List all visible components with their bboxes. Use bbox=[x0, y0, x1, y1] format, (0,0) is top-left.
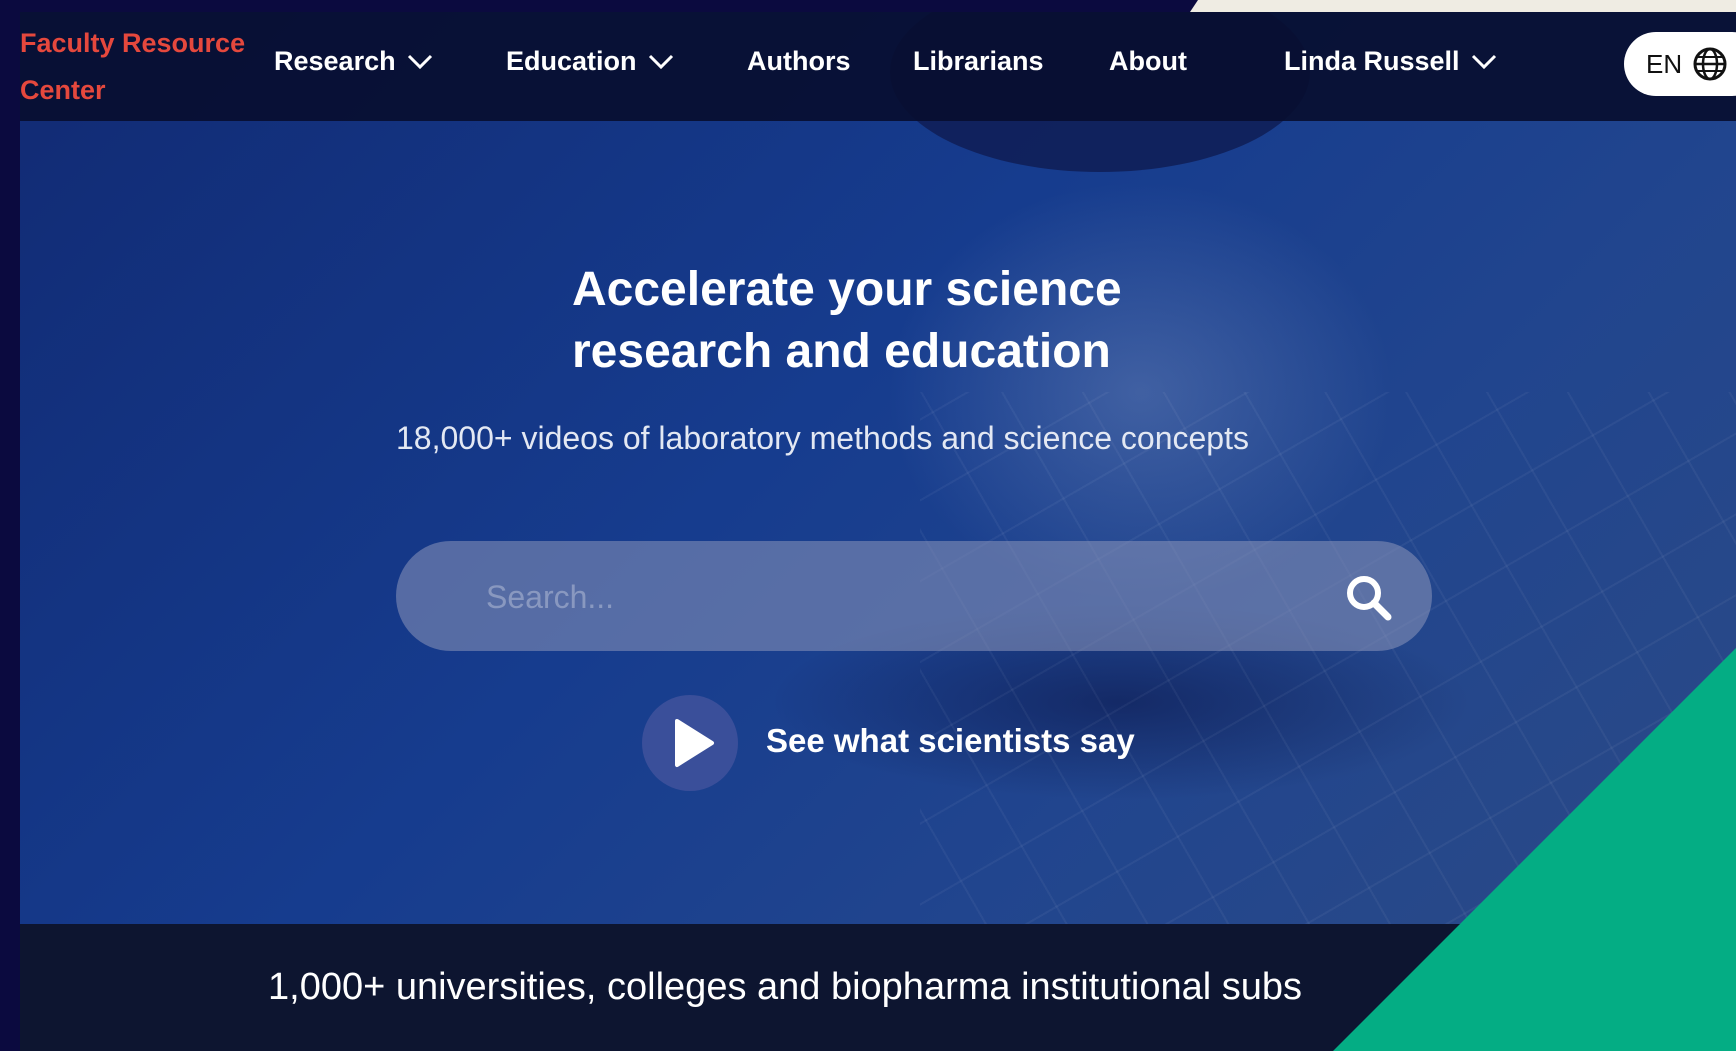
nav-authors-label: Authors bbox=[747, 46, 851, 76]
brand-logo-text[interactable]: Faculty Resource Center bbox=[20, 20, 250, 114]
institutions-stat-text: 1,000+ universities, colleges and biopha… bbox=[268, 966, 1303, 1008]
nav-about[interactable]: About bbox=[1109, 46, 1187, 77]
search-input[interactable] bbox=[484, 571, 1288, 623]
page-frame: Accelerate your science research and edu… bbox=[20, 12, 1736, 1051]
play-icon bbox=[675, 719, 714, 767]
nav-research-label: Research bbox=[274, 46, 396, 76]
chevron-down-icon bbox=[648, 54, 673, 69]
nav-education-label: Education bbox=[506, 46, 637, 76]
hero-section: Accelerate your science research and edu… bbox=[20, 12, 1736, 952]
hero-subtitle: 18,000+ videos of laboratory methods and… bbox=[396, 420, 1249, 456]
user-menu[interactable]: Linda Russell bbox=[1284, 46, 1498, 77]
top-navigation: Faculty Resource Center Research Educati… bbox=[20, 12, 1736, 121]
nav-authors[interactable]: Authors bbox=[747, 46, 851, 77]
user-name: Linda Russell bbox=[1284, 46, 1460, 76]
search-bar bbox=[396, 541, 1432, 651]
search-icon bbox=[1347, 576, 1392, 621]
play-video-button[interactable] bbox=[642, 695, 738, 791]
decorative-corner-cream bbox=[1190, 0, 1736, 12]
hero-headline-line1: Accelerate your science bbox=[572, 263, 1122, 316]
video-cta-label[interactable]: See what scientists say bbox=[766, 722, 1135, 760]
nav-librarians[interactable]: Librarians bbox=[913, 46, 1044, 77]
language-selector[interactable]: EN bbox=[1624, 32, 1736, 96]
hero-headline-line2: research and education bbox=[572, 325, 1111, 378]
nav-about-label: About bbox=[1109, 46, 1187, 76]
globe-icon bbox=[1693, 47, 1727, 81]
language-code: EN bbox=[1646, 48, 1683, 79]
chevron-down-icon bbox=[407, 54, 432, 69]
nav-librarians-label: Librarians bbox=[913, 46, 1044, 76]
nav-education[interactable]: Education bbox=[506, 46, 675, 77]
search-button[interactable] bbox=[1342, 571, 1396, 625]
hero-background-grid bbox=[920, 392, 1736, 952]
nav-research[interactable]: Research bbox=[274, 46, 434, 77]
chevron-down-icon bbox=[1471, 54, 1496, 69]
hero-headline: Accelerate your science research and edu… bbox=[572, 259, 1272, 383]
